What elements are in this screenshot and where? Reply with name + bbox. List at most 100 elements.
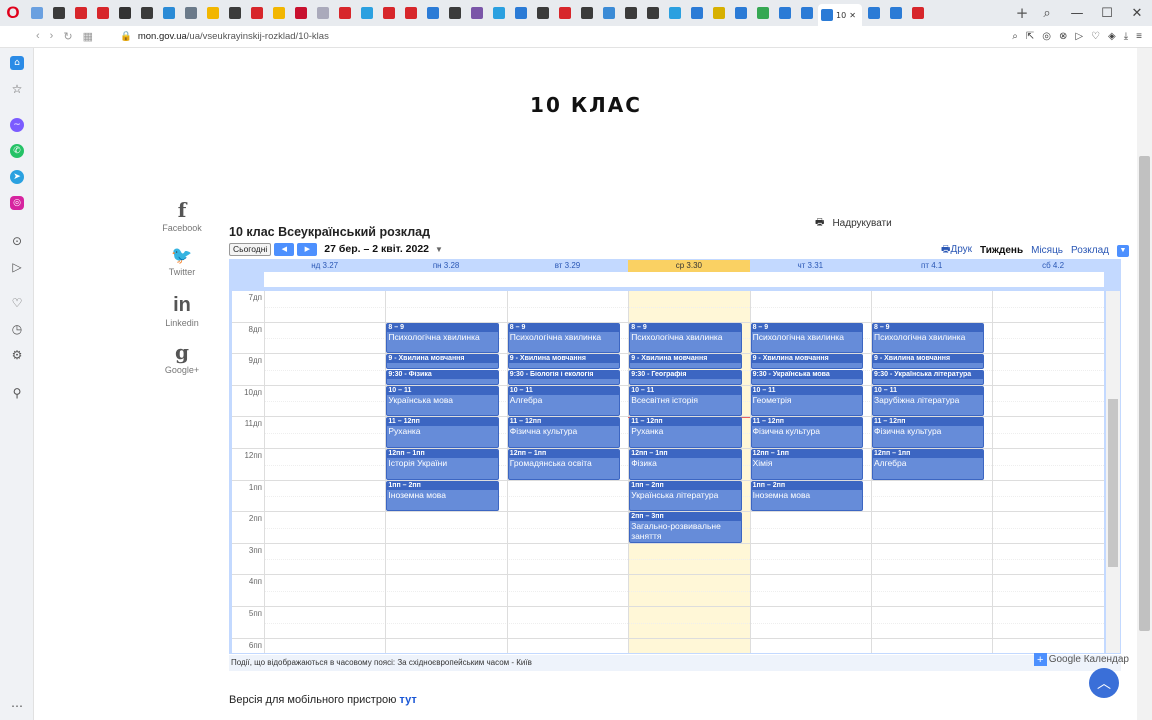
close-window-icon[interactable]: ✕ bbox=[1122, 6, 1152, 21]
history-icon[interactable]: ◷ bbox=[10, 322, 24, 336]
browser-tab[interactable] bbox=[356, 3, 377, 23]
day-header[interactable]: вт 3.29 bbox=[507, 260, 628, 272]
player-icon[interactable]: ⊙ bbox=[10, 234, 24, 248]
calendar-event[interactable]: 10 – 11 Всесвітня історія bbox=[629, 385, 742, 417]
calendar-event[interactable]: 2пп – 3пп Загально-розвивальне заняття bbox=[629, 512, 742, 543]
browser-tab[interactable] bbox=[576, 3, 597, 23]
calendar-event[interactable]: 9 - Хвилина мовчання bbox=[386, 354, 499, 369]
heart-icon[interactable]: ♡ bbox=[1091, 31, 1100, 42]
browser-tab[interactable] bbox=[48, 3, 69, 23]
close-tab-icon[interactable]: ✕ bbox=[849, 11, 856, 20]
calendar-event[interactable]: 9:30 - Біологія і екологія bbox=[507, 370, 621, 385]
telegram-icon[interactable]: ➤ bbox=[10, 170, 24, 184]
calendar-event[interactable]: 8 – 9 Психологічна хвилинка bbox=[750, 322, 863, 354]
new-tab-button[interactable]: + bbox=[1012, 4, 1032, 22]
browser-tab[interactable] bbox=[422, 3, 443, 23]
tab-agenda[interactable]: Розклад bbox=[1071, 245, 1109, 256]
calendar-event[interactable]: 11 – 12пп Руханка bbox=[629, 417, 742, 448]
scroll-top-button[interactable]: ︿ bbox=[1089, 668, 1119, 698]
browser-tab[interactable] bbox=[796, 3, 817, 23]
browser-tab[interactable] bbox=[268, 3, 289, 23]
more-icon[interactable]: … bbox=[10, 696, 24, 710]
url-field[interactable]: 🔒 mon.gov.ua/ua/vseukrayinskij-rozklad/1… bbox=[118, 31, 329, 42]
calendar-event[interactable]: 10 – 11 Зарубіжна література bbox=[872, 385, 985, 417]
wallet-icon[interactable]: ◈ bbox=[1108, 31, 1116, 42]
browser-tab[interactable] bbox=[863, 3, 884, 23]
vpn-icon[interactable]: ⊗ bbox=[1059, 31, 1067, 42]
calendar-event[interactable]: 11 – 12пп Фізична культура bbox=[507, 417, 621, 448]
tab-week[interactable]: Тиждень bbox=[980, 245, 1023, 256]
menu-icon[interactable]: ≡ bbox=[1136, 31, 1142, 42]
day-header[interactable]: ср 3.30 bbox=[628, 260, 750, 272]
share-facebook[interactable]: f Facebook bbox=[159, 198, 205, 233]
browser-tab[interactable] bbox=[554, 3, 575, 23]
day-header[interactable]: сб 4.2 bbox=[992, 260, 1113, 272]
calendar-event[interactable]: 12пп – 1пп Хімія bbox=[750, 449, 863, 480]
snapshot-icon[interactable]: ◎ bbox=[1042, 31, 1051, 42]
star-icon[interactable]: ☆ bbox=[10, 82, 24, 96]
browser-tab[interactable] bbox=[202, 3, 223, 23]
browser-tab[interactable] bbox=[664, 3, 685, 23]
tab-month[interactable]: Місяць bbox=[1031, 245, 1063, 256]
calendar-event[interactable]: 10 – 11 Українська мова bbox=[386, 385, 499, 417]
browser-tab[interactable] bbox=[730, 3, 751, 23]
messenger-icon[interactable]: ~ bbox=[10, 118, 24, 132]
active-tab[interactable]: 10 ✕ bbox=[818, 4, 862, 26]
browser-tab[interactable] bbox=[532, 3, 553, 23]
browser-tab[interactable] bbox=[224, 3, 245, 23]
pin-icon[interactable]: ⚲ bbox=[10, 386, 24, 400]
browser-tab[interactable] bbox=[114, 3, 135, 23]
grid-scrollbar[interactable] bbox=[1106, 291, 1120, 653]
share-icon[interactable]: ⇱ bbox=[1026, 31, 1034, 42]
forward-icon[interactable]: › bbox=[50, 30, 54, 43]
browser-tab[interactable] bbox=[180, 3, 201, 23]
next-week-button[interactable]: ▶ bbox=[297, 242, 318, 256]
hour-row[interactable]: 7дп bbox=[232, 291, 1104, 322]
settings-icon[interactable]: ⚙ bbox=[10, 348, 24, 362]
reload-icon[interactable]: ↻ bbox=[63, 30, 72, 43]
favorites-icon[interactable]: ♡ bbox=[10, 296, 24, 310]
browser-tab[interactable] bbox=[885, 3, 906, 23]
calendar-event[interactable]: 8 – 9 Психологічна хвилинка bbox=[629, 322, 742, 354]
hour-row[interactable]: 4пп bbox=[232, 574, 1104, 606]
view-dropdown-icon[interactable]: ▼ bbox=[1117, 244, 1129, 257]
calendar-event[interactable]: 1пп – 2пп Іноземна мова bbox=[386, 480, 499, 512]
calendar-event[interactable]: 12пп – 1пп Фізика bbox=[629, 449, 742, 480]
calendar-event[interactable]: 9:30 - Географія bbox=[629, 370, 742, 385]
calendar-event[interactable]: 12пп – 1пп Алгебра bbox=[872, 449, 985, 480]
day-header[interactable]: чт 3.31 bbox=[750, 260, 871, 272]
calendar-event[interactable]: 11 – 12пп Руханка bbox=[386, 417, 499, 448]
browser-tab[interactable] bbox=[334, 3, 355, 23]
prev-week-button[interactable]: ◀ bbox=[274, 242, 295, 256]
browser-tab[interactable] bbox=[444, 3, 465, 23]
chevron-down-icon[interactable]: ▼ bbox=[435, 245, 443, 254]
search-icon[interactable]: ⌕ bbox=[1012, 31, 1018, 42]
browser-tab[interactable] bbox=[752, 3, 773, 23]
send-sidebar-icon[interactable]: ▷ bbox=[10, 260, 24, 274]
calendar-event[interactable]: 9:30 - Українська мова bbox=[750, 370, 863, 385]
browser-tab[interactable] bbox=[290, 3, 311, 23]
today-button[interactable]: Сьогодні bbox=[229, 242, 272, 256]
day-header[interactable]: пн 3.28 bbox=[385, 260, 506, 272]
hour-row[interactable]: 3пп bbox=[232, 542, 1104, 575]
browser-tab[interactable] bbox=[642, 3, 663, 23]
calendar-event[interactable]: 10 – 11 Геометрія bbox=[750, 385, 863, 417]
calendar-event[interactable]: 11 – 12пп Фізична культура bbox=[872, 417, 985, 448]
calendar-event[interactable]: 8 – 9 Психологічна хвилинка bbox=[872, 322, 985, 354]
browser-tab[interactable] bbox=[708, 3, 729, 23]
page-scrollbar[interactable] bbox=[1137, 48, 1152, 720]
back-icon[interactable]: ‹ bbox=[36, 30, 40, 43]
browser-tab[interactable] bbox=[246, 3, 267, 23]
calendar-event[interactable]: 8 – 9 Психологічна хвилинка bbox=[386, 322, 499, 354]
day-header[interactable]: пт 4.1 bbox=[871, 260, 992, 272]
calendar-event[interactable]: 9 - Хвилина мовчання bbox=[629, 354, 742, 369]
browser-tab[interactable] bbox=[774, 3, 795, 23]
browser-tab[interactable] bbox=[158, 3, 179, 23]
download-icon[interactable]: ⤓ bbox=[1124, 31, 1128, 42]
calendar-event[interactable]: 9 - Хвилина мовчання bbox=[872, 354, 985, 369]
browser-tab[interactable] bbox=[907, 3, 928, 23]
calendar-event[interactable]: 9:30 - Фізика bbox=[386, 370, 499, 385]
browser-tab[interactable] bbox=[92, 3, 113, 23]
browser-tab[interactable] bbox=[686, 3, 707, 23]
browser-tab[interactable] bbox=[312, 3, 333, 23]
